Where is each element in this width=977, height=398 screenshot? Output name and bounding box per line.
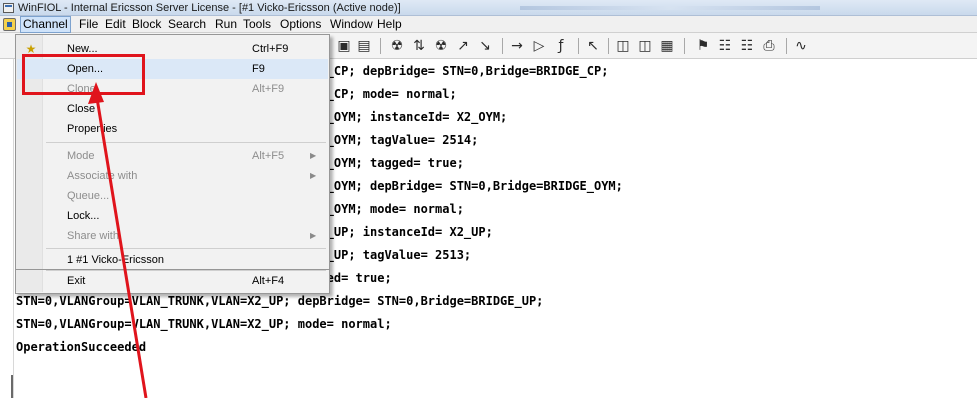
menu-item-close[interactable]: Close [17,99,328,119]
submenu-arrow-icon: ▶ [310,231,317,240]
highlight-box [22,54,145,95]
menu-item-properties[interactable]: Properties [17,119,328,139]
grid-icon[interactable]: ☷ [738,37,756,55]
cursor-bar [11,375,13,398]
split-icon[interactable]: ◫ [614,37,632,55]
menu-item-label: Lock... [67,210,100,222]
menu-item-label: Queue... [67,190,110,202]
output-line: STN=0,VLANGroup=VLAN_TRUNK,VLAN=X2_UP; m… [16,317,392,331]
title-bar-decoration [520,6,820,10]
channel-dropdown-menu-footer: Exit Alt+F4 [15,270,330,294]
toolbar-separator [502,38,503,54]
menu-window[interactable]: Window [328,16,375,33]
more-icon[interactable]: ∿ [792,37,810,55]
menu-separator [46,142,326,143]
toolbar-separator [786,38,787,54]
menu-item-label: Share with [67,230,119,242]
menu-item-shortcut: Alt+F5 [252,150,285,162]
menu-separator [46,248,326,249]
search-down-icon[interactable]: ↘ [476,37,494,55]
window-title: WinFIOL - Internal Ericsson Server Licen… [18,2,401,14]
title-bar: WinFIOL - Internal Ericsson Server Licen… [0,0,977,16]
menu-block[interactable]: Block [130,16,163,33]
submenu-arrow-icon: ▶ [310,171,317,180]
menu-item-shortcut: Ctrl+F9 [252,43,289,55]
toolbar-separator [608,38,609,54]
menu-item-label: Properties [67,123,118,135]
menu-item-share-with[interactable]: Share with ▶ [17,226,328,246]
menu-item-label: Associate with [67,170,138,182]
menu-channel[interactable]: Channel [20,16,71,33]
find-in-files-icon[interactable]: ⇅ [410,37,428,55]
menu-edit[interactable]: Edit [103,16,128,33]
menu-file[interactable]: File [77,16,100,33]
menu-item-shortcut: Alt+F9 [252,83,285,95]
menu-item-mode[interactable]: Mode Alt+F5 ▶ [17,146,328,166]
menu-item-shortcut: F9 [252,63,265,75]
menu-item-associate-with[interactable]: Associate with ▶ [17,166,328,186]
find-icon[interactable]: ☢ [388,37,406,55]
print-icon[interactable]: ▤ [355,37,373,55]
app-icon[interactable] [3,3,14,13]
menu-item-label: Mode [67,150,95,162]
menu-item-label: Close [67,103,96,115]
menu-item-queue[interactable]: Queue... [17,186,328,206]
fn-icon[interactable]: ƒ [552,37,570,55]
help-pointer-icon[interactable]: ↖ [584,37,602,55]
properties-icon[interactable]: ▦ [658,37,676,55]
menu-item-shortcut: Alt+F4 [252,275,285,287]
menu-item-label: 1 #1 Vicko-Ericsson [67,254,165,266]
goto-icon[interactable]: → [508,37,526,55]
output-line: STN=0,VLANGroup=VLAN_TRUNK,VLAN=X2_UP; d… [16,294,544,308]
menu-item-label: Exit [67,275,86,287]
system-menu-icon[interactable] [3,18,16,31]
menu-search[interactable]: Search [166,16,208,33]
search-up-icon[interactable]: ↗ [454,37,472,55]
menu-bar: Channel File Edit Block Search Run Tools… [0,16,977,33]
output-line: OperationSucceeded [16,340,147,354]
run-icon[interactable]: ▷ [530,37,548,55]
menu-help[interactable]: Help [375,16,404,33]
menu-item-recent-channel[interactable]: 1 #1 Vicko-Ericsson [17,250,328,270]
printer-icon[interactable]: ⎙ [760,37,778,55]
find-next-icon[interactable]: ☢ [432,37,450,55]
toolbar-separator [578,38,579,54]
submenu-arrow-icon: ▶ [310,151,317,160]
toolbar-separator [684,38,685,54]
menu-run[interactable]: Run [213,16,239,33]
flag-icon[interactable]: ⚑ [694,37,712,55]
compare-icon[interactable]: ☷ [716,37,734,55]
split-alt-icon[interactable]: ◫ [636,37,654,55]
save-icon[interactable]: ▣ [335,37,353,55]
menu-options[interactable]: Options [278,16,323,33]
menu-item-lock[interactable]: Lock... [17,206,328,226]
toolbar-separator [380,38,381,54]
menu-tools[interactable]: Tools [241,16,273,33]
menu-item-exit[interactable]: Exit Alt+F4 [17,271,328,291]
editor-gutter [0,59,14,398]
